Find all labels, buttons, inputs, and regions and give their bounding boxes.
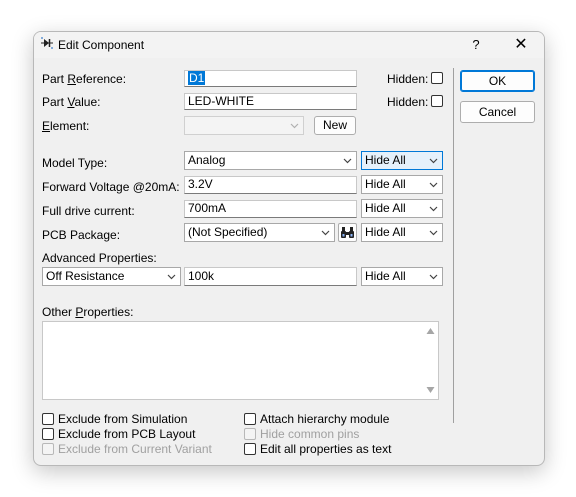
cancel-button[interactable]: Cancel — [460, 101, 535, 123]
model-type-label: Model Type: — [42, 156, 108, 170]
browse-package-button[interactable] — [338, 223, 357, 242]
forward-voltage-label: Forward Voltage @20mA: — [42, 180, 180, 194]
edit-all-text-checkbox[interactable] — [244, 443, 256, 455]
chevron-down-icon — [342, 155, 353, 166]
exclude-simulation-checkbox[interactable] — [42, 413, 54, 425]
vertical-divider — [453, 68, 454, 423]
chevron-down-icon — [428, 227, 439, 238]
advanced-property-visibility-select[interactable]: Hide All — [361, 267, 443, 286]
chevron-down-icon — [428, 155, 439, 166]
ok-button[interactable]: OK — [460, 70, 535, 92]
exclude-pcb-checkbox[interactable] — [42, 428, 54, 440]
edit-all-text-label: Edit all properties as text — [260, 442, 392, 456]
chevron-down-icon — [428, 179, 439, 190]
chevron-down-icon — [320, 227, 331, 238]
pcb-package-visibility-select[interactable]: Hide All — [361, 223, 443, 242]
model-type-select[interactable]: Analog — [184, 151, 357, 170]
advanced-property-select[interactable]: Off Resistance — [42, 267, 181, 286]
edit-component-dialog: Edit Component ? ✕ Part Reference: D1 Hi… — [33, 31, 545, 466]
hide-common-pins-label: Hide common pins — [260, 427, 360, 441]
part-value-hidden-label: Hidden: — [387, 95, 429, 109]
part-value-input[interactable]: LED-WHITE — [184, 93, 357, 110]
model-type-visibility-select[interactable]: Hide All — [361, 151, 443, 170]
other-properties-textarea[interactable] — [42, 321, 439, 400]
advanced-properties-label: Advanced Properties: — [42, 251, 157, 265]
pcb-package-label: PCB Package: — [42, 228, 121, 242]
part-reference-hidden-label: Hidden: — [387, 72, 429, 86]
new-element-button[interactable]: New — [314, 116, 356, 135]
help-button[interactable]: ? — [464, 32, 488, 58]
advanced-property-input[interactable]: 100k — [184, 267, 357, 286]
other-properties-label: Other Properties: — [42, 305, 134, 319]
exclude-variant-label: Exclude from Current Variant — [58, 442, 212, 456]
part-reference-input[interactable]: D1 — [184, 70, 357, 87]
scroll-down-arrow-icon[interactable] — [426, 386, 435, 394]
exclude-simulation-label: Exclude from Simulation — [58, 412, 188, 426]
window-title: Edit Component — [58, 38, 145, 52]
close-button[interactable]: ✕ — [508, 32, 534, 58]
part-reference-label: Part Reference: — [42, 72, 127, 86]
forward-voltage-input[interactable]: 3.2V — [184, 176, 357, 194]
chevron-down-icon — [166, 271, 177, 282]
full-drive-current-visibility-select[interactable]: Hide All — [361, 199, 443, 218]
part-value-label: Part Value: — [42, 95, 101, 109]
diode-icon — [40, 36, 54, 50]
binoculars-icon — [341, 227, 354, 238]
attach-hierarchy-checkbox[interactable] — [244, 413, 256, 425]
exclude-pcb-label: Exclude from PCB Layout — [58, 427, 196, 441]
chevron-down-icon — [428, 203, 439, 214]
attach-hierarchy-label: Attach hierarchy module — [260, 412, 390, 426]
title-bar: Edit Component ? ✕ — [34, 32, 544, 58]
chevron-down-icon — [428, 271, 439, 282]
exclude-variant-checkbox[interactable] — [42, 443, 54, 455]
pcb-package-select[interactable]: (Not Specified) — [184, 223, 335, 242]
scroll-up-arrow-icon[interactable] — [426, 327, 435, 335]
part-value-hidden-checkbox[interactable] — [431, 95, 443, 107]
other-properties-scrollbar[interactable] — [423, 322, 438, 399]
part-reference-hidden-checkbox[interactable] — [431, 72, 443, 84]
chevron-down-icon — [289, 120, 300, 131]
element-select[interactable] — [184, 116, 304, 135]
full-drive-current-label: Full drive current: — [42, 204, 135, 218]
forward-voltage-visibility-select[interactable]: Hide All — [361, 175, 443, 194]
hide-common-pins-checkbox[interactable] — [244, 428, 256, 440]
element-label: Element: — [42, 119, 90, 133]
full-drive-current-input[interactable]: 700mA — [184, 200, 357, 218]
